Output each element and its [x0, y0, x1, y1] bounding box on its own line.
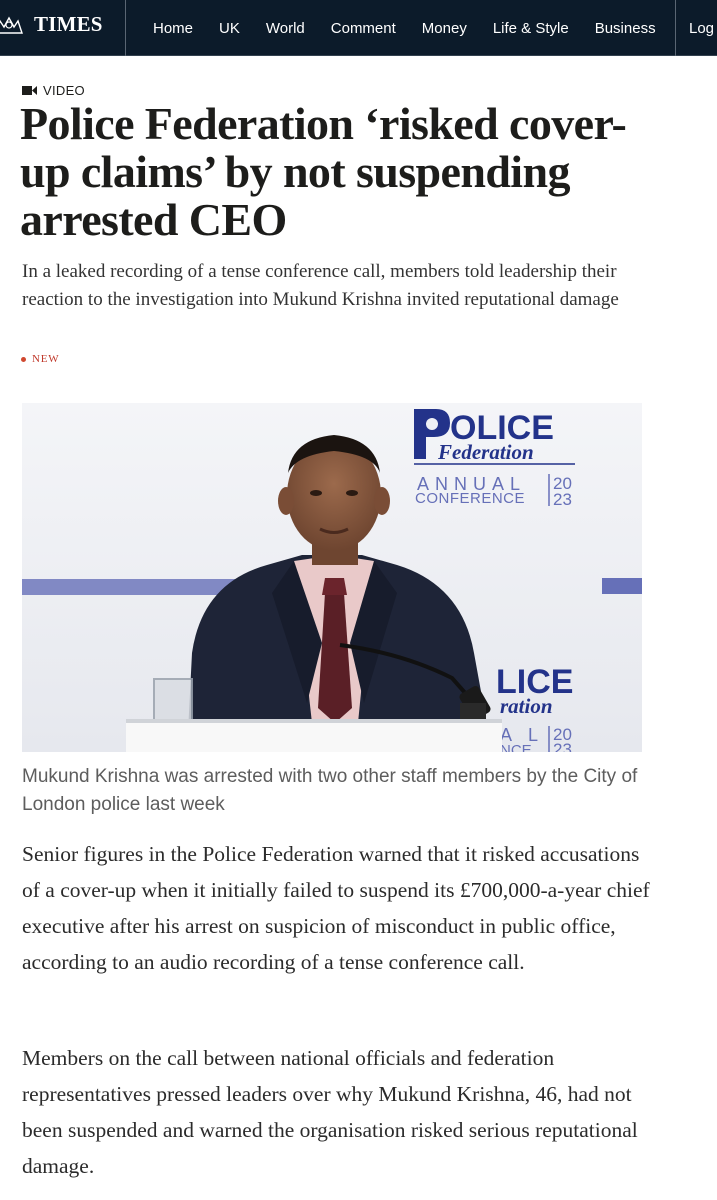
water-glass [153, 678, 193, 725]
svg-text:NCE: NCE [500, 742, 532, 752]
top-navigation-bar: TIMES Home UK World Comment Money Life &… [0, 0, 717, 56]
nav-item-money[interactable]: Money [422, 20, 467, 37]
nav-item-world[interactable]: World [266, 20, 305, 37]
masthead-title: TIMES [34, 12, 103, 36]
nav-item-life-style[interactable]: Life & Style [493, 20, 569, 37]
new-badge: NEW [21, 353, 59, 365]
article-paragraph-1: Senior figures in the Police Federation … [22, 842, 650, 974]
article-headline: Police Federation ‘risked cover-up claim… [20, 98, 627, 245]
svg-text:23: 23 [553, 740, 572, 752]
video-camera-icon [22, 86, 37, 95]
times-masthead-logo[interactable]: TIMES [0, 0, 126, 56]
royal-crest-icon [0, 16, 23, 34]
lectern [126, 721, 502, 752]
article-video-thumbnail[interactable]: OLICE Federation ANNUAL CONFERENCE 20 23… [22, 403, 642, 752]
new-badge-label: NEW [32, 353, 60, 365]
svg-text:23: 23 [553, 490, 572, 509]
nav-item-business[interactable]: Business [595, 20, 656, 37]
nav-item-uk[interactable]: UK [219, 20, 240, 37]
main-menu: Home UK World Comment Money Life & Style… [126, 0, 656, 56]
photo-caption: Mukund Krishna was arrested with two oth… [22, 766, 638, 815]
nav-item-comment[interactable]: Comment [331, 20, 396, 37]
new-dot-icon [21, 356, 26, 362]
video-tag: VIDEO [22, 83, 85, 98]
nav-item-home[interactable]: Home [153, 20, 193, 37]
video-tag-label: VIDEO [43, 83, 85, 98]
login-link[interactable]: Log [675, 0, 717, 56]
svg-text:ration: ration [500, 694, 553, 718]
article-standfirst: In a leaked recording of a tense confere… [22, 261, 619, 310]
svg-text:Federation: Federation [437, 440, 534, 464]
article-paragraph-2: Members on the call between national off… [22, 1046, 638, 1178]
svg-text:CONFERENCE: CONFERENCE [415, 490, 525, 507]
speaker-photo: OLICE Federation ANNUAL CONFERENCE 20 23… [22, 403, 642, 752]
